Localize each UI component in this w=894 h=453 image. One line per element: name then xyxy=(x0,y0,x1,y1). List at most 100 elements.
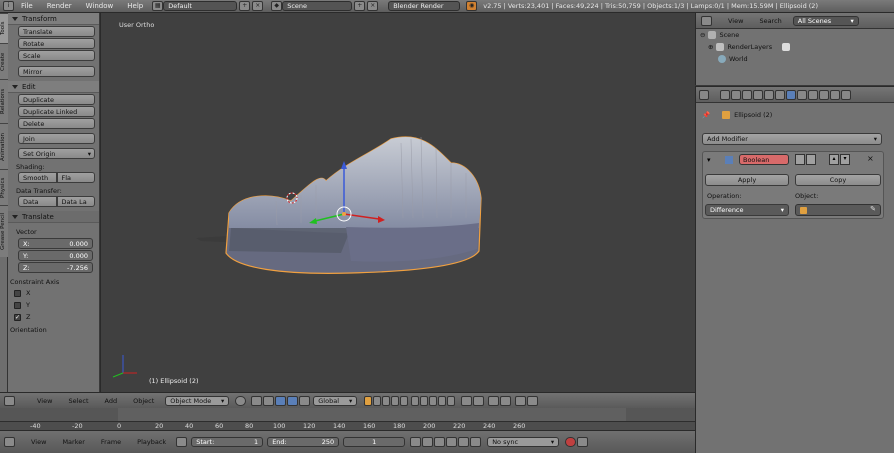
3d-viewport[interactable]: User Ortho (1) Ellipsoid (2) xyxy=(101,13,695,392)
layer-8-button[interactable] xyxy=(429,395,438,406)
data-layout-button[interactable]: Data La xyxy=(56,196,95,207)
render-opengl-icon[interactable] xyxy=(515,395,527,406)
remove-layout-button[interactable]: × xyxy=(252,1,264,11)
constraint-z-checkbox[interactable]: ✓ Z xyxy=(8,311,99,323)
pin-icon[interactable]: 📌 xyxy=(702,111,710,119)
menu-frame[interactable]: Frame xyxy=(93,438,129,446)
layer-10-button[interactable] xyxy=(447,395,456,406)
camera-icon[interactable] xyxy=(782,43,791,51)
pivot-point-icon[interactable] xyxy=(251,395,263,406)
material-tab-icon[interactable] xyxy=(808,89,818,100)
data-button[interactable]: Data xyxy=(18,196,57,207)
object-picker-field[interactable]: ✎ xyxy=(795,204,881,216)
outliner-item-scene[interactable]: ⊖ Scene xyxy=(696,29,894,41)
world-tab-icon[interactable] xyxy=(753,89,763,100)
remove-modifier-icon[interactable]: × xyxy=(867,154,874,163)
mirror-button[interactable]: Mirror xyxy=(18,66,95,77)
transform-panel-header[interactable]: Transform xyxy=(8,13,99,25)
operation-select[interactable]: Difference ▾ xyxy=(705,204,789,216)
render-toggle-icon[interactable] xyxy=(795,154,805,165)
tab-physics[interactable]: Physics xyxy=(0,169,8,205)
scene-icon[interactable]: ◆ xyxy=(271,1,283,11)
set-origin-dropdown[interactable]: Set Origin ▾ xyxy=(18,148,95,159)
menu-add[interactable]: Add xyxy=(97,397,126,405)
add-modifier-dropdown[interactable]: Add Modifier ▾ xyxy=(702,133,882,145)
particles-tab-icon[interactable] xyxy=(830,89,840,100)
move-down-icon[interactable]: ▾ xyxy=(840,154,850,165)
modifier-name-field[interactable]: Boolean xyxy=(739,154,789,165)
scene-tab-icon[interactable] xyxy=(742,89,752,100)
menu-view[interactable]: View xyxy=(23,438,54,446)
layer-7-button[interactable] xyxy=(420,395,429,406)
outliner-item-world[interactable]: World xyxy=(696,53,894,65)
render-tab-icon[interactable] xyxy=(720,89,730,100)
play-reverse-icon[interactable] xyxy=(434,437,446,447)
tab-create[interactable]: Create xyxy=(0,43,8,79)
editor-type-icon[interactable] xyxy=(4,437,15,447)
physics-tab-icon[interactable] xyxy=(841,89,851,100)
menu-search[interactable]: Search xyxy=(751,17,789,25)
mode-select[interactable]: Object Mode ▾ xyxy=(165,395,230,406)
scene-field[interactable]: Scene xyxy=(282,1,353,11)
move-up-icon[interactable]: ▴ xyxy=(829,154,839,165)
vector-x-field[interactable]: X: 0.000 xyxy=(18,238,93,249)
sync-mode-select[interactable]: No sync ▾ xyxy=(487,437,560,447)
remove-scene-button[interactable]: × xyxy=(367,1,379,11)
duplicate-button[interactable]: Duplicate xyxy=(18,94,95,105)
join-button[interactable]: Join xyxy=(18,133,95,144)
scale-button[interactable]: Scale xyxy=(18,50,95,61)
render-engine-select[interactable]: Blender Render xyxy=(388,1,461,11)
manipulator-toggle-icon[interactable] xyxy=(263,395,275,406)
lock-layers-icon[interactable] xyxy=(461,395,473,406)
timeline-ruler[interactable]: -40 -20 0 20 40 60 80 100 120 140 160 18… xyxy=(0,421,695,430)
play-icon[interactable] xyxy=(446,437,458,447)
display-mode-select[interactable]: All Scenes ▾ xyxy=(792,15,859,26)
jump-start-icon[interactable] xyxy=(410,437,422,447)
screen-layout-field[interactable]: Default xyxy=(163,1,238,11)
vector-z-field[interactable]: Z: -7.256 xyxy=(18,262,93,273)
rotate-button[interactable]: Rotate xyxy=(18,38,95,49)
timeline-track[interactable] xyxy=(0,408,695,421)
translate-operator-header[interactable]: Translate xyxy=(8,211,99,223)
next-keyframe-icon[interactable] xyxy=(458,437,470,447)
keying-set-icon[interactable] xyxy=(577,437,589,447)
scale-manipulator-icon[interactable] xyxy=(299,395,311,406)
editor-type-icon[interactable] xyxy=(699,89,709,100)
tab-tools[interactable]: Tools xyxy=(0,13,8,43)
menu-playback[interactable]: Playback xyxy=(129,438,174,446)
menu-window[interactable]: Window xyxy=(79,2,121,10)
constraints-tab-icon[interactable] xyxy=(775,89,785,100)
viewport-shading-icon[interactable] xyxy=(235,395,247,406)
duplicate-linked-button[interactable]: Duplicate Linked xyxy=(18,106,95,117)
smooth-button[interactable]: Smooth xyxy=(18,172,57,183)
start-frame-field[interactable]: Start: 1 xyxy=(191,437,264,447)
vector-y-field[interactable]: Y: 0.000 xyxy=(18,250,93,261)
menu-select[interactable]: Select xyxy=(60,397,96,405)
translate-button[interactable]: Translate xyxy=(18,26,95,37)
texture-tab-icon[interactable] xyxy=(819,89,829,100)
constraint-y-checkbox[interactable]: Y xyxy=(8,299,99,311)
menu-view[interactable]: View xyxy=(720,17,751,25)
modifiers-tab-icon[interactable] xyxy=(786,89,796,100)
outliner-item-renderlayers[interactable]: ⊕ RenderLayers xyxy=(696,41,894,53)
constraint-x-checkbox[interactable]: X xyxy=(8,287,99,299)
current-frame-field[interactable]: 1 xyxy=(343,437,406,447)
proportional-edit-icon[interactable] xyxy=(473,395,485,406)
translate-manipulator-icon[interactable] xyxy=(275,395,287,406)
jump-end-icon[interactable] xyxy=(470,437,482,447)
delete-button[interactable]: Delete xyxy=(18,118,95,129)
layout-icon[interactable]: ▦ xyxy=(152,1,164,11)
tab-animation[interactable]: Animation xyxy=(0,123,8,169)
menu-view[interactable]: View xyxy=(29,397,60,405)
tab-grease-pencil[interactable]: Grease Pencil xyxy=(0,205,8,257)
prev-keyframe-icon[interactable] xyxy=(422,437,434,447)
layer-3-button[interactable] xyxy=(382,395,391,406)
layer-2-button[interactable] xyxy=(373,395,382,406)
transform-orientation-select[interactable]: Global ▾ xyxy=(313,395,358,406)
ellipsoid-object[interactable] xyxy=(225,136,482,274)
layer-1-button[interactable] xyxy=(364,395,373,406)
menu-render[interactable]: Render xyxy=(40,2,79,10)
flat-button[interactable]: Fla xyxy=(56,172,95,183)
menu-object[interactable]: Object xyxy=(125,397,162,405)
editor-type-icon[interactable] xyxy=(701,15,712,26)
